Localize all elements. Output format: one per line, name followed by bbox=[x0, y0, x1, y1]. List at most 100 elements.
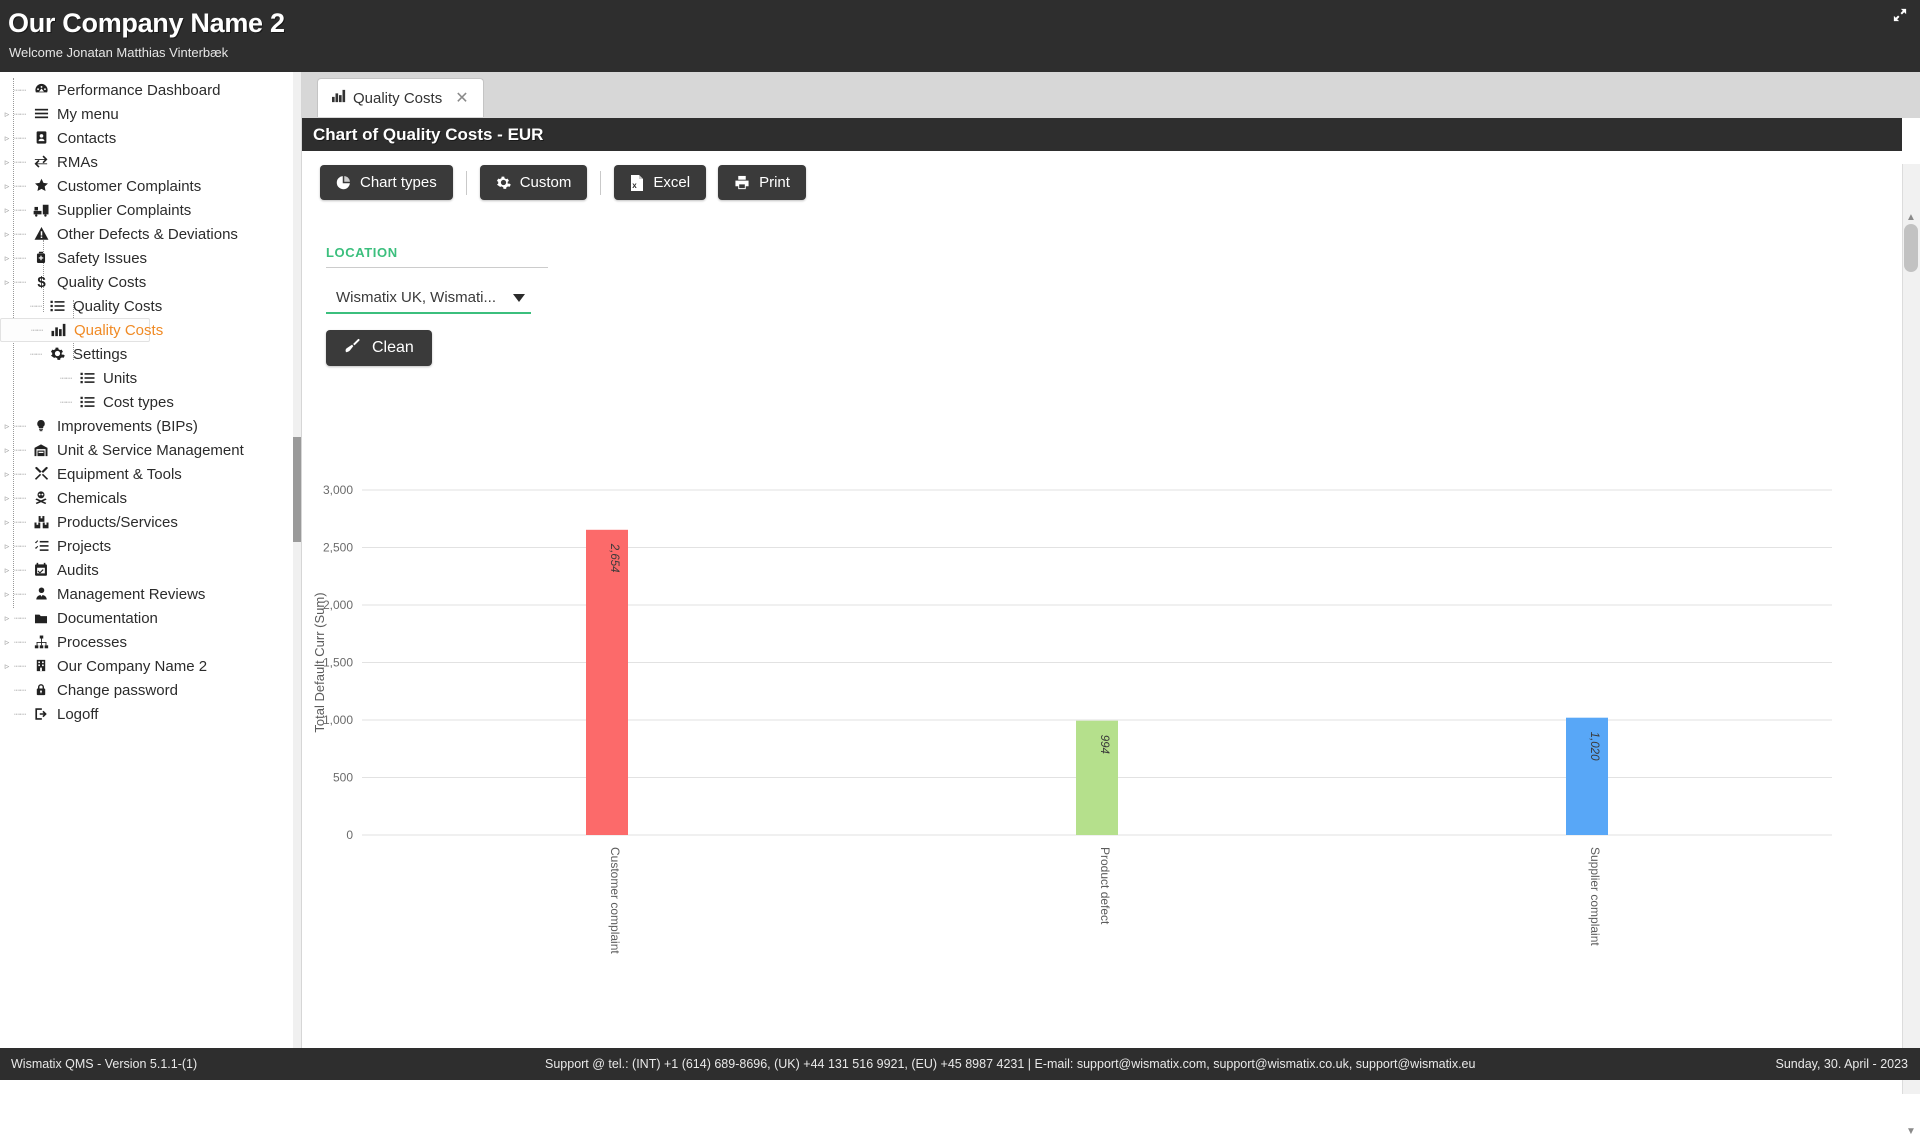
tree-connector: ┈┈ bbox=[14, 540, 26, 553]
expand-triangle-icon[interactable]: ▹ bbox=[0, 534, 14, 558]
expand-triangle-icon[interactable]: ▹ bbox=[0, 150, 14, 174]
tree-connector: ┈┈ bbox=[14, 156, 26, 169]
sidebar-item-projects[interactable]: ▹ ┈┈ Projects bbox=[0, 534, 301, 558]
sidebar-item-processes[interactable]: ▹ ┈┈ Processes bbox=[0, 630, 301, 654]
sidebar-item-equipment-tools[interactable]: ▹ ┈┈ Equipment & Tools bbox=[0, 462, 301, 486]
tab-quality-costs[interactable]: Quality Costs ✕ bbox=[317, 78, 484, 117]
sitemap-icon bbox=[30, 634, 52, 650]
sidebar-item-label: RMAs bbox=[57, 153, 98, 171]
close-icon[interactable]: ✕ bbox=[455, 88, 468, 108]
tree-connector: ┈┈ bbox=[14, 636, 26, 649]
tree-connector: ┈┈ bbox=[14, 204, 26, 217]
expand-triangle-icon[interactable]: ▹ bbox=[0, 438, 14, 462]
print-button[interactable]: Print bbox=[718, 165, 806, 200]
chart-svg: 0 500 1,000 1,500 2,000 2,500 3,000 Total Defau… bbox=[312, 483, 1832, 954]
sidebar-item-label: Quality Costs bbox=[57, 273, 147, 291]
sidebar-item-logoff[interactable]: ┈┈ Logoff bbox=[0, 702, 301, 726]
sidebar-item-my-menu[interactable]: ▹ ┈┈ My menu bbox=[0, 102, 301, 126]
sidebar-item-customer-complaints[interactable]: ▹ ┈┈ Customer Complaints bbox=[0, 174, 301, 198]
sidebar-item-settings[interactable]: ┈┈ Settings bbox=[0, 342, 301, 366]
panel-scrollbar-track[interactable]: ▲ ▼ bbox=[1902, 164, 1920, 1137]
sidebar-item-label: Quality Costs bbox=[73, 297, 163, 315]
x-axis-category-label: Customer complaint bbox=[608, 847, 622, 954]
expand-arrows-icon[interactable] bbox=[1890, 8, 1910, 28]
expand-triangle-icon[interactable]: ▹ bbox=[0, 486, 14, 510]
expand-triangle-icon[interactable]: ▹ bbox=[0, 246, 14, 270]
tree-connector: ┈┈ bbox=[60, 372, 72, 385]
expand-triangle-icon[interactable]: ▹ bbox=[0, 102, 14, 126]
chart-bar[interactable] bbox=[1566, 717, 1608, 835]
sidebar-item-quality-costs[interactable]: ┈┈ Quality Costs bbox=[0, 294, 301, 318]
bar-chart-icon bbox=[47, 322, 69, 338]
sidebar-item-audits[interactable]: ▹ ┈┈ Audits bbox=[0, 558, 301, 582]
tree-connector: ┈┈ bbox=[14, 228, 26, 241]
expand-triangle-icon[interactable]: ▹ bbox=[0, 510, 14, 534]
sidebar-scrollbar-track[interactable] bbox=[293, 72, 301, 1048]
tree-connector: ┈┈ bbox=[31, 324, 43, 337]
location-dropdown[interactable]: Wismatix UK, Wismati... bbox=[326, 283, 531, 314]
sidebar-item-unit-service-management[interactable]: ▹ ┈┈ Unit & Service Management bbox=[0, 438, 301, 462]
expand-triangle-icon[interactable]: ▹ bbox=[0, 414, 14, 438]
sidebar-item-quality-costs[interactable]: ┈┈ Quality Costs bbox=[0, 318, 163, 342]
y-axis-tick-label: 2,000 bbox=[323, 598, 353, 612]
footer-version: Wismatix QMS - Version 5.1.1-(1) bbox=[11, 1057, 198, 1071]
sidebar-item-supplier-complaints[interactable]: ▹ ┈┈ Supplier Complaints bbox=[0, 198, 301, 222]
tab-strip: Quality Costs ✕ bbox=[302, 72, 1920, 118]
sidebar-item-change-password[interactable]: ┈┈ Change password bbox=[0, 678, 301, 702]
sidebar-item-units[interactable]: ┈┈ Units bbox=[0, 366, 301, 390]
expand-triangle-icon[interactable]: ▹ bbox=[0, 174, 14, 198]
expand-triangle-icon[interactable]: ▹ bbox=[0, 654, 14, 678]
sidebar-item-label: Processes bbox=[57, 633, 128, 651]
expand-triangle-icon[interactable]: ▹ bbox=[0, 126, 14, 150]
sidebar-item-contacts[interactable]: ▹ ┈┈ Contacts bbox=[0, 126, 301, 150]
sidebar-item-management-reviews[interactable]: ▹ ┈┈ Management Reviews bbox=[0, 582, 301, 606]
custom-label: Custom bbox=[519, 174, 572, 191]
chart-bar[interactable] bbox=[1076, 720, 1118, 835]
sidebar-item-our-company-name-2[interactable]: ▹ ┈┈ Our Company Name 2 bbox=[0, 654, 301, 678]
expand-triangle-icon[interactable]: ▹ bbox=[0, 558, 14, 582]
sidebar-scrollbar-thumb[interactable] bbox=[293, 437, 301, 542]
expand-triangle-icon[interactable]: ▹ bbox=[0, 222, 14, 246]
excel-button[interactable]: x Excel bbox=[614, 165, 707, 200]
chart-bar[interactable] bbox=[586, 529, 628, 835]
excel-label: Excel bbox=[653, 174, 691, 191]
sidebar-item-label: Cost types bbox=[103, 393, 174, 411]
lock-icon bbox=[30, 682, 52, 698]
expand-triangle-icon[interactable]: ▹ bbox=[0, 630, 14, 654]
expand-triangle-icon[interactable]: ▹ bbox=[0, 270, 14, 294]
expand-triangle-icon[interactable]: ▹ bbox=[0, 606, 14, 630]
sidebar-item-other-defects-deviations[interactable]: ▹ ┈┈ Other Defects & Deviations bbox=[0, 222, 301, 246]
sidebar-item-label: Products/Services bbox=[57, 513, 178, 531]
y-axis-tick-label: 0 bbox=[346, 828, 353, 842]
broom-icon bbox=[344, 338, 361, 359]
chart-types-button[interactable]: Chart types bbox=[320, 165, 453, 200]
sidebar-item-documentation[interactable]: ▹ ┈┈ Documentation bbox=[0, 606, 301, 630]
safety-vest-icon bbox=[30, 250, 52, 266]
sidebar-item-products-services[interactable]: ▹ ┈┈ Products/Services bbox=[0, 510, 301, 534]
sidebar-item-quality-costs[interactable]: ▹ ┈┈ $ Quality Costs bbox=[0, 270, 301, 294]
custom-button[interactable]: Custom bbox=[479, 165, 588, 200]
sidebar-item-improvements-bips[interactable]: ▹ ┈┈ Improvements (BIPs) bbox=[0, 414, 301, 438]
svg-text:x: x bbox=[633, 181, 638, 190]
y-axis-tick-label: 1,000 bbox=[323, 713, 353, 727]
clean-button[interactable]: Clean bbox=[326, 330, 432, 366]
sidebar-item-label: Improvements (BIPs) bbox=[57, 417, 198, 435]
toolbar-separator bbox=[465, 170, 467, 195]
expand-triangle-icon[interactable]: ▹ bbox=[0, 582, 14, 606]
sidebar-item-rmas[interactable]: ▹ ┈┈ RMAs bbox=[0, 150, 301, 174]
tree-connector: ┈┈ bbox=[14, 108, 26, 121]
sidebar-item-chemicals[interactable]: ▹ ┈┈ Chemicals bbox=[0, 486, 301, 510]
sidebar-item-safety-issues[interactable]: ▹ ┈┈ Safety Issues bbox=[0, 246, 301, 270]
sidebar-item-label: Settings bbox=[73, 345, 128, 363]
expand-triangle-icon[interactable]: ▹ bbox=[0, 198, 14, 222]
scroll-up-arrow-icon[interactable]: ▲ bbox=[1905, 212, 1917, 224]
sidebar-item-performance-dashboard[interactable]: ┈┈ Performance Dashboard bbox=[0, 78, 301, 102]
chart-toolbar: Chart types Custom x Excel Print bbox=[320, 165, 806, 200]
scroll-down-arrow-icon[interactable]: ▼ bbox=[1905, 1126, 1917, 1138]
top-header-bar: Our Company Name 2 Welcome Jonatan Matth… bbox=[0, 0, 1920, 72]
panel-scrollbar-thumb[interactable] bbox=[1904, 224, 1918, 272]
expand-triangle-icon[interactable]: ▹ bbox=[0, 462, 14, 486]
sidebar-item-cost-types[interactable]: ┈┈ Cost types bbox=[0, 390, 301, 414]
sidebar-item-label: Customer Complaints bbox=[57, 177, 202, 195]
sidebar-item-label: Unit & Service Management bbox=[57, 441, 244, 459]
